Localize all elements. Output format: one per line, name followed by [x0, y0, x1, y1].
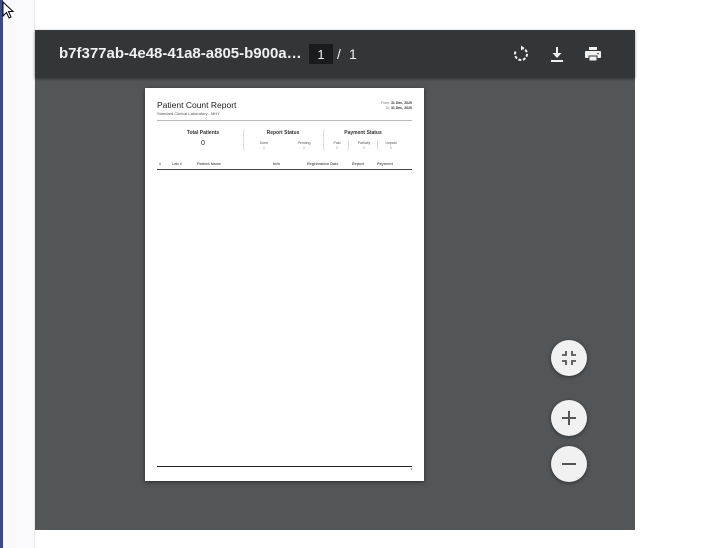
- payment-paid-value: 0: [336, 146, 338, 150]
- print-icon: [585, 47, 601, 62]
- pdf-toolbar: b7f377ab-4e48-41a8-a805-b900ae1a... / 1: [35, 30, 635, 78]
- pdf-viewer: b7f377ab-4e48-41a8-a805-b900ae1a... / 1: [35, 30, 635, 530]
- payment-partially-value: 0: [363, 146, 365, 150]
- report-status-label: Report Status: [266, 130, 300, 136]
- payment-partially-label: Partially: [357, 141, 371, 145]
- footer-divider: [157, 466, 412, 467]
- status-done-value: 0: [263, 146, 265, 150]
- table-header-divider: [157, 169, 412, 170]
- zoom-out-button[interactable]: [551, 446, 587, 482]
- payment-unpaid-label: Unpaid: [385, 141, 397, 145]
- from-date-line: From: 31 Dec, 2020: [381, 101, 412, 105]
- rotate-icon: [514, 45, 528, 61]
- summary-divider: [323, 130, 324, 150]
- side-strip-edge: [0, 0, 3, 548]
- to-label: To:: [385, 106, 390, 110]
- report-subtitle: Standard Clinical Laboratory - MHY: [157, 111, 220, 116]
- column-header-report: Report: [352, 162, 365, 166]
- from-label: From:: [380, 101, 390, 105]
- report-title: Patient Count Report: [157, 100, 237, 110]
- print-button[interactable]: [581, 42, 605, 66]
- payment-divider: [377, 140, 378, 150]
- pdf-page: Patient Count Report Standard Clinical L…: [145, 88, 424, 481]
- document-title: b7f377ab-4e48-41a8-a805-b900ae1a...: [59, 45, 305, 62]
- payment-unpaid-value: 0: [390, 146, 392, 150]
- download-icon: [551, 47, 563, 62]
- column-header-patient-name: Patient Name: [197, 162, 222, 166]
- fit-to-page-icon: [562, 351, 576, 365]
- download-button[interactable]: [545, 42, 569, 66]
- from-date: 31 Dec, 2020: [390, 101, 412, 105]
- total-patients-label: Total Patients: [186, 130, 220, 136]
- to-date-line: To: 31 Dec, 2020: [385, 106, 412, 110]
- footer-page-number: 1: [410, 467, 412, 471]
- page-number-input[interactable]: [309, 44, 333, 64]
- mouse-cursor-icon: [2, 1, 14, 19]
- summary-divider: [243, 130, 244, 150]
- column-header-index: #: [159, 162, 162, 166]
- zoom-in-icon: [562, 411, 576, 425]
- payment-paid-label: Paid: [333, 141, 341, 145]
- status-done-label: Done: [259, 141, 269, 145]
- zoom-out-icon: [562, 463, 576, 465]
- fit-to-page-button[interactable]: [551, 340, 587, 376]
- browser-side-strip: [0, 0, 35, 548]
- status-pending-label: Pending: [297, 141, 311, 145]
- payment-status-label: Payment Status: [344, 130, 382, 136]
- column-header-payment: Payment: [377, 162, 393, 166]
- column-header-lab-number: Lab #: [172, 162, 182, 166]
- status-pending-value: 0: [303, 146, 305, 150]
- page-separator: /: [337, 46, 341, 62]
- total-patients-value: 0: [201, 140, 205, 147]
- page-count: 1: [349, 46, 357, 62]
- to-date: 31 Dec, 2020: [390, 106, 412, 110]
- rotate-button[interactable]: [509, 42, 533, 66]
- zoom-in-button[interactable]: [551, 400, 587, 436]
- header-divider: [157, 120, 412, 121]
- column-header-registration-date: Registration Date: [307, 162, 339, 166]
- column-header-info: Info: [273, 162, 280, 166]
- payment-divider: [348, 140, 349, 150]
